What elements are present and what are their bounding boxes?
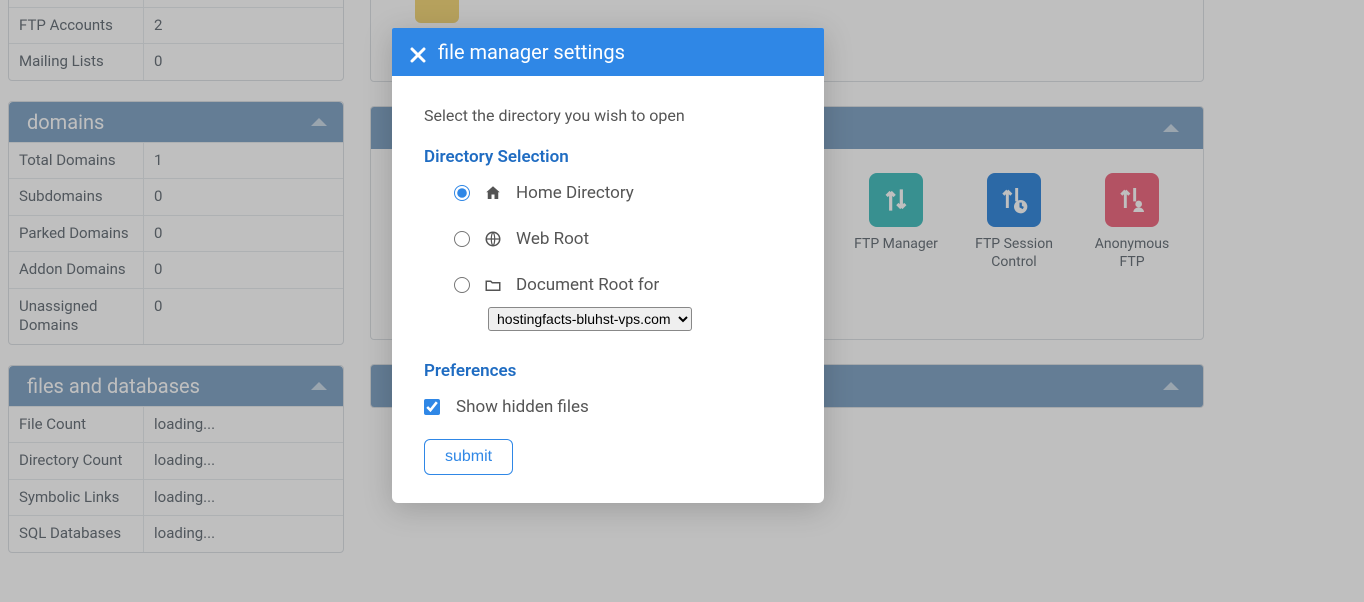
show-hidden-checkbox[interactable]	[424, 399, 440, 415]
radio-label: Web Root	[516, 229, 589, 249]
modal-header: file manager settings	[392, 28, 824, 76]
file-manager-settings-modal: file manager settings Select the directo…	[392, 28, 824, 503]
modal-intro: Select the directory you wish to open	[424, 106, 792, 125]
check-label: Show hidden files	[456, 397, 589, 417]
document-root-select[interactable]: hostingfacts-bluhst-vps.com	[488, 307, 692, 331]
radio-home-directory[interactable]: Home Directory	[454, 183, 792, 203]
globe-icon	[484, 230, 502, 248]
modal-title: file manager settings	[438, 40, 625, 64]
radio-web-root[interactable]: Web Root	[454, 229, 792, 249]
folder-icon	[484, 276, 502, 294]
preferences-heading: Preferences	[424, 361, 792, 381]
submit-button[interactable]: submit	[424, 439, 513, 475]
radio-label: Document Root for	[516, 275, 659, 295]
home-icon	[484, 184, 502, 202]
radio-label: Home Directory	[516, 183, 634, 203]
close-icon[interactable]	[410, 44, 426, 60]
radio-document-root[interactable]: Document Root for	[454, 275, 792, 295]
directory-heading: Directory Selection	[424, 147, 792, 167]
radio-webroot-input[interactable]	[454, 231, 470, 247]
radio-home-input[interactable]	[454, 185, 470, 201]
radio-docroot-input[interactable]	[454, 277, 470, 293]
check-show-hidden[interactable]: Show hidden files	[424, 397, 792, 417]
